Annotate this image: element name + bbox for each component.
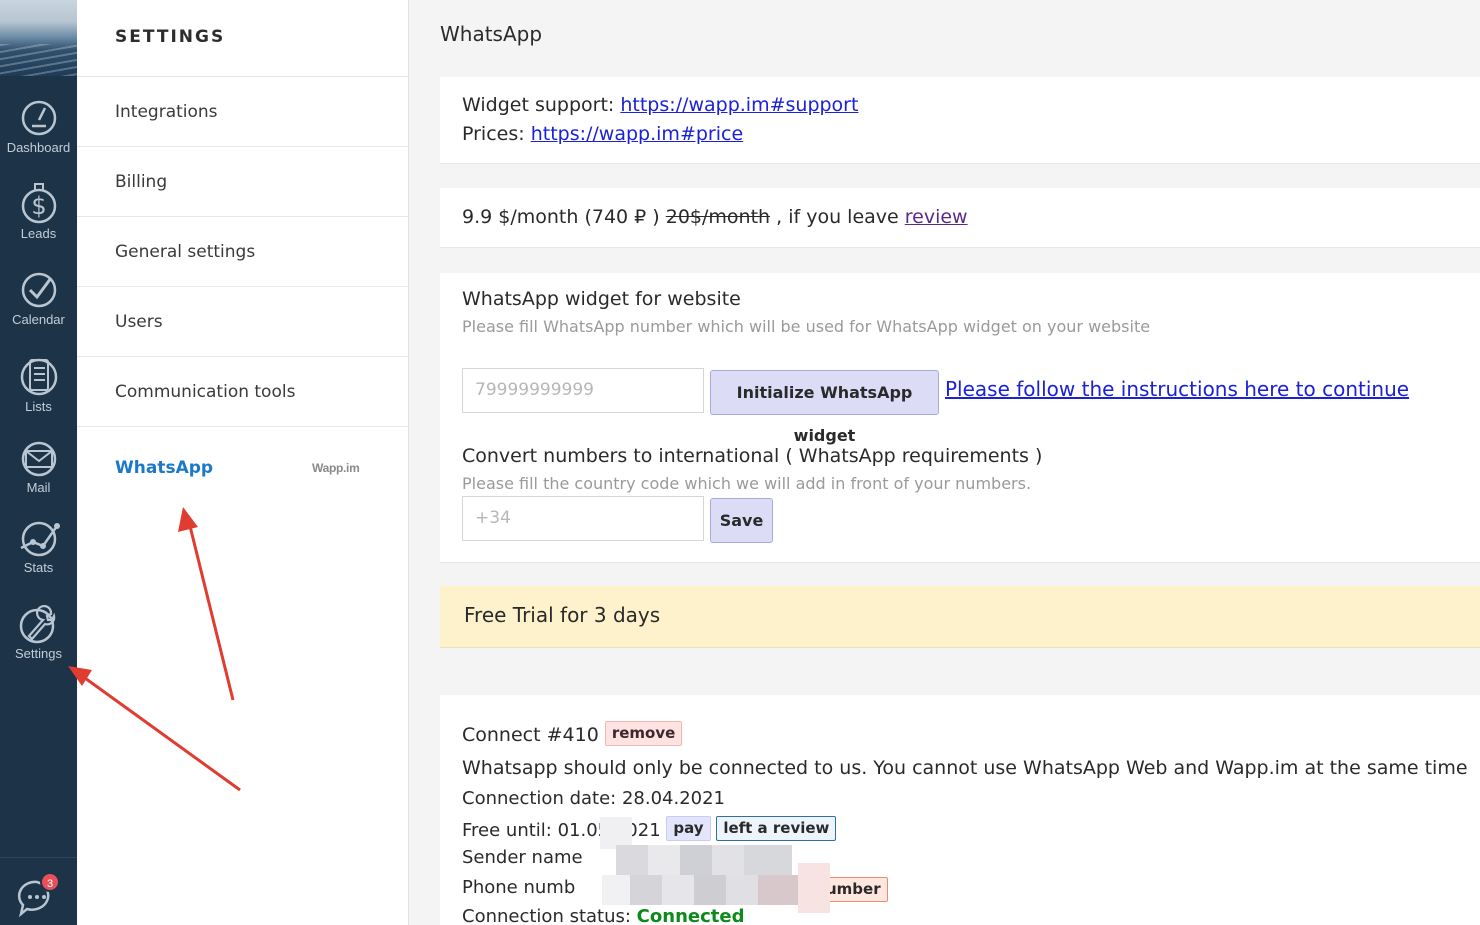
rail-label-settings: Settings — [15, 646, 62, 661]
settings-item-whatsapp[interactable]: WhatsApp Wapp.im — [77, 427, 408, 509]
initialize-widget-button[interactable]: Initialize WhatsApp widget — [710, 370, 939, 445]
support-card: Widget support: https://wapp.im#support … — [440, 77, 1480, 164]
prices-label: Prices: — [462, 123, 531, 145]
rail-item-mail[interactable]: Mail — [0, 440, 77, 495]
rail-item-dashboard[interactable]: Dashboard — [0, 98, 77, 155]
rail-item-calendar[interactable]: Calendar — [0, 270, 77, 327]
old-price-text: 20$/month — [665, 206, 771, 228]
stats-icon — [19, 521, 60, 557]
widget-title: WhatsApp widget for website — [462, 288, 741, 310]
chat-launcher[interactable]: 3 — [0, 857, 77, 925]
left-review-badge[interactable]: left a review — [716, 816, 837, 841]
settings-item-whatsapp-label: WhatsApp — [115, 458, 214, 478]
country-code-input[interactable]: +34 — [462, 496, 704, 541]
convert-description: Please fill the country code which we wi… — [462, 474, 1032, 493]
settings-item-integrations[interactable]: Integrations — [77, 77, 408, 147]
rail-label-leads: Leads — [20, 226, 57, 241]
wapp-brand-logo: Wapp.im — [312, 461, 360, 475]
instructions-link[interactable]: Please follow the instructions here to c… — [945, 377, 1409, 401]
settings-item-communication-tools[interactable]: Communication tools — [77, 357, 408, 427]
connection-title: Connect #410 — [462, 724, 599, 746]
wrench-icon — [19, 605, 55, 644]
pay-button[interactable]: pay — [666, 816, 711, 841]
settings-item-users[interactable]: Users — [77, 287, 408, 357]
rail-label-stats: Stats — [23, 560, 54, 575]
rail-item-lists[interactable]: Lists — [0, 355, 77, 414]
prices-link[interactable]: https://wapp.im#price — [531, 123, 743, 145]
widget-support-line: Widget support: https://wapp.im#support — [462, 91, 1480, 120]
list-icon — [20, 358, 57, 396]
page-title: WhatsApp — [440, 22, 543, 46]
dollar-icon: $ — [21, 183, 56, 224]
rail-label-dashboard: Dashboard — [6, 140, 71, 155]
free-until-line: Free until: 01.05.2021 pay left a review — [462, 816, 837, 841]
price-text: 9.9 $/month (740 ₽ ) — [462, 206, 666, 228]
phone-number-label: Phone numb — [462, 877, 576, 898]
remove-button[interactable]: remove — [604, 721, 683, 746]
rail-label-mail: Mail — [26, 480, 51, 495]
widget-card: WhatsApp widget for website Please fill … — [440, 273, 1480, 563]
rail-label-calendar: Calendar — [12, 312, 65, 327]
widget-support-link[interactable]: https://wapp.im#support — [620, 94, 858, 116]
connection-status-label: Connection status: — [462, 906, 637, 925]
rail-item-settings[interactable]: Settings — [0, 604, 77, 661]
chat-unread-badge: 3 — [40, 872, 60, 892]
save-button[interactable]: Save — [710, 498, 773, 543]
svg-text:$: $ — [31, 192, 46, 220]
rail-item-stats[interactable]: Stats — [0, 520, 77, 575]
whatsapp-number-input[interactable]: 79999999999 — [462, 368, 704, 413]
connection-title-line: Connect #410 remove — [462, 721, 683, 746]
prices-line: Prices: https://wapp.im#price — [462, 120, 1480, 149]
widget-description: Please fill WhatsApp number which will b… — [462, 317, 1151, 336]
free-trial-banner: Free Trial for 3 days — [440, 586, 1480, 648]
connection-card: Connect #410 remove Whatsapp should only… — [440, 695, 1480, 925]
connection-date: Connection date: 28.04.2021 — [462, 788, 726, 809]
review-link[interactable]: review — [905, 206, 968, 228]
mail-icon — [21, 441, 56, 477]
rail-item-leads[interactable]: $ Leads — [0, 182, 77, 241]
connection-status-value: Connected — [636, 906, 745, 925]
main-content: WhatsApp Widget support: https://wapp.im… — [409, 0, 1480, 925]
settings-sidebar: SETTINGS Integrations Billing General se… — [77, 0, 409, 925]
widget-support-label: Widget support: — [462, 94, 621, 116]
check-circle-icon — [21, 272, 56, 308]
settings-item-billing[interactable]: Billing — [77, 147, 408, 217]
sender-name-label: Sender name — [462, 847, 583, 868]
price-suffix: , if you leave — [770, 206, 905, 228]
connection-warning: Whatsapp should only be connected to us.… — [462, 757, 1468, 779]
pricing-line: 9.9 $/month (740 ₽ ) 20$/month , if you … — [462, 202, 1480, 232]
user-avatar-photo[interactable] — [0, 0, 77, 76]
app-rail: Dashboard $ Leads Calendar Lists Mail St… — [0, 0, 77, 925]
pricing-card: 9.9 $/month (740 ₽ ) 20$/month , if you … — [440, 188, 1480, 248]
settings-item-general[interactable]: General settings — [77, 217, 408, 287]
convert-title: Convert numbers to international ( Whats… — [462, 445, 1043, 467]
settings-title: SETTINGS — [77, 0, 408, 77]
rail-label-lists: Lists — [25, 399, 52, 414]
connection-status-line: Connection status: Connected — [462, 906, 744, 925]
dashboard-icon — [21, 100, 56, 136]
